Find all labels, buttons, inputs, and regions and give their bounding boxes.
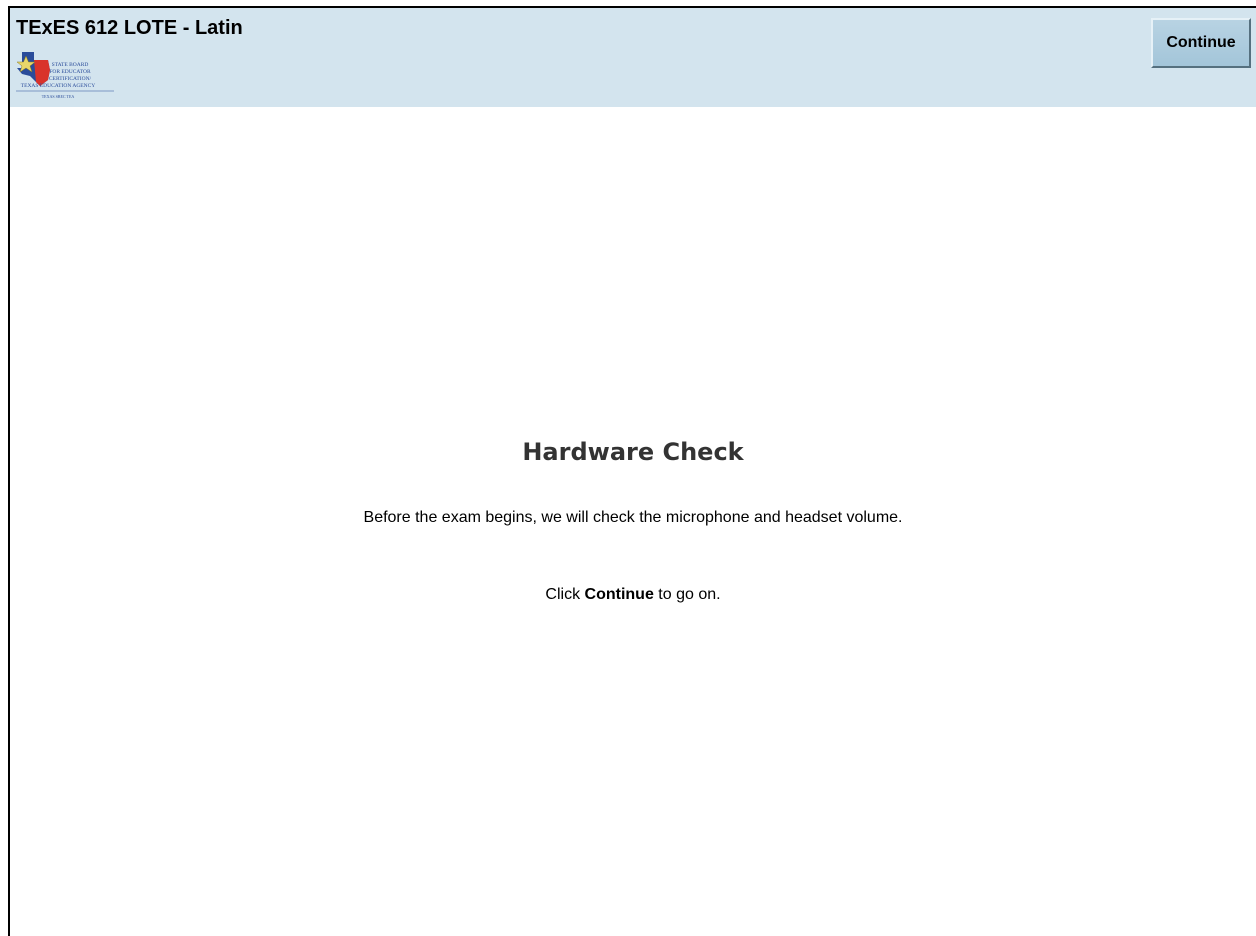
svg-text:STATE BOARD: STATE BOARD bbox=[52, 62, 89, 68]
continue-button[interactable]: Continue bbox=[1151, 18, 1251, 68]
main-content: Hardware Check Before the exam begins, w… bbox=[10, 107, 1256, 936]
page-heading: Hardware Check bbox=[522, 438, 744, 466]
instruction-continue-emphasis: Continue bbox=[584, 586, 654, 603]
header-bar: TExES 612 LOTE - Latin STATE BOARD FOR E… bbox=[10, 8, 1256, 107]
svg-text:CERTIFICATION/: CERTIFICATION/ bbox=[49, 76, 92, 82]
instruction-suffix: to go on. bbox=[653, 586, 721, 603]
svg-text:FOR EDUCATOR: FOR EDUCATOR bbox=[49, 69, 91, 75]
instruction-prefix: Click bbox=[545, 586, 585, 603]
exam-window: TExES 612 LOTE - Latin STATE BOARD FOR E… bbox=[8, 6, 1256, 936]
instruction-text: Click Continue to go on. bbox=[10, 586, 1256, 604]
svg-text:TEXAS SBEC TEA: TEXAS SBEC TEA bbox=[42, 94, 75, 99]
description-text: Before the exam begins, we will check th… bbox=[363, 509, 903, 526]
svg-text:TEXAS EDUCATION AGENCY: TEXAS EDUCATION AGENCY bbox=[21, 83, 96, 89]
exam-title: TExES 612 LOTE - Latin bbox=[16, 17, 243, 39]
sbec-tea-logo: STATE BOARD FOR EDUCATOR CERTIFICATION/ … bbox=[16, 52, 114, 99]
